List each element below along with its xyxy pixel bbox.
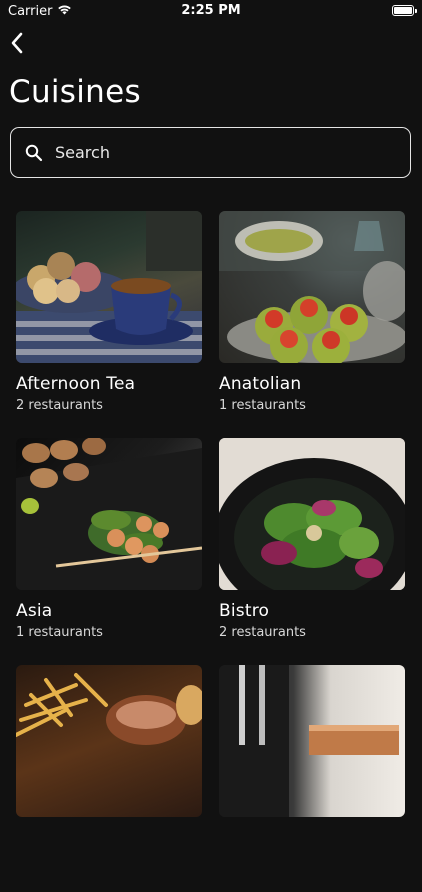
- fries-photo: [16, 665, 202, 817]
- status-time: 2:25 PM: [181, 3, 241, 18]
- status-bar: Carrier 2:25 PM: [0, 0, 422, 22]
- cuisine-card-asia[interactable]: Asia 1 restaurants: [16, 438, 202, 665]
- cuisine-card-anatolian[interactable]: Anatolian 1 restaurants: [219, 211, 405, 438]
- back-button[interactable]: [6, 30, 28, 56]
- search-field[interactable]: [10, 127, 411, 178]
- cuisine-card-partial-2[interactable]: [219, 665, 405, 892]
- cuisine-name: Bistro: [219, 601, 270, 621]
- cuisine-card-bistro[interactable]: Bistro 2 restaurants: [219, 438, 405, 665]
- restaurant-count: 1 restaurants: [219, 398, 306, 413]
- asia-photo: [16, 438, 202, 590]
- afternoon-tea-photo: [16, 211, 202, 363]
- chevron-left-icon: [11, 32, 23, 54]
- cuisine-name: Asia: [16, 601, 53, 621]
- bistro-photo: [219, 438, 405, 590]
- search-icon: [25, 144, 43, 161]
- restaurant-count: 2 restaurants: [219, 625, 306, 640]
- cuisine-card-partial-1[interactable]: [16, 665, 202, 892]
- restaurant-count: 2 restaurants: [16, 398, 103, 413]
- cuisine-name: Afternoon Tea: [16, 374, 136, 394]
- search-input[interactable]: [55, 143, 375, 162]
- dessert-photo: [219, 665, 405, 817]
- battery-icon: [392, 5, 417, 16]
- cuisine-name: Anatolian: [219, 374, 302, 394]
- restaurant-count: 1 restaurants: [16, 625, 103, 640]
- cuisine-grid: Afternoon Tea 2 restaurants Anatolian 1 …: [16, 211, 406, 892]
- anatolian-photo: [219, 211, 405, 363]
- cuisine-card-afternoon-tea[interactable]: Afternoon Tea 2 restaurants: [16, 211, 202, 438]
- page-title: Cuisines: [9, 74, 141, 110]
